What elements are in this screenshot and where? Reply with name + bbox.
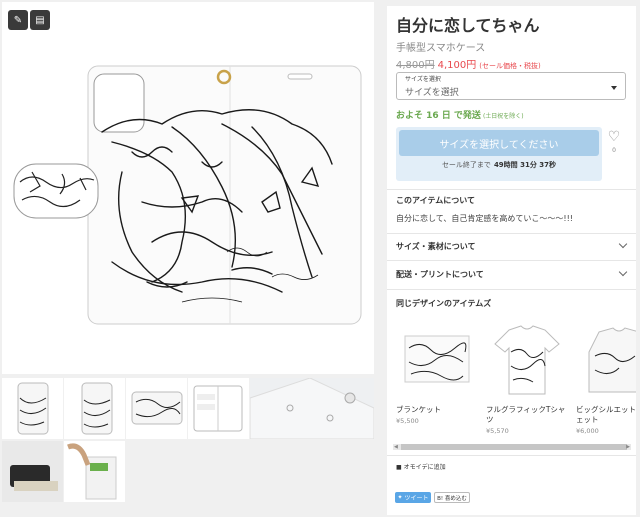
thumbnail-4[interactable]	[188, 378, 249, 439]
scroll-left-icon[interactable]: ◀	[394, 444, 398, 450]
product-type: 手帳型スマホケース	[396, 43, 486, 54]
shipping-print-label: 配送・プリントについて	[396, 270, 484, 279]
divider	[387, 189, 636, 190]
related-item-price: ¥6,000	[576, 427, 599, 435]
cart-box: サイズを選択してください セール終了まで 49時間 31分 37秒	[396, 127, 602, 181]
thumbnail-7[interactable]	[64, 441, 125, 502]
chevron-down-icon	[611, 86, 617, 90]
add-favorite-label: オモイデに追加	[403, 464, 446, 471]
related-item[interactable]: ビッグシルエットスウェット ¥6,000	[576, 322, 636, 435]
related-scrollbar[interactable]: ◀ ▶	[393, 444, 631, 450]
scroll-right-icon[interactable]: ▶	[626, 444, 630, 450]
main-product-image[interactable]: ✎ ▤	[2, 2, 374, 374]
original-price: 4,800円	[396, 60, 435, 71]
divider	[387, 233, 636, 234]
add-to-cart-button[interactable]: サイズを選択してください	[399, 130, 599, 156]
edit-button[interactable]: ✎	[8, 10, 28, 30]
thumbnail-1[interactable]	[2, 378, 63, 439]
thumbnail-5[interactable]	[250, 378, 374, 439]
twitter-icon: ✦	[397, 494, 403, 501]
related-item-name: ブランケット	[396, 405, 441, 414]
shipping-text: およそ 16 日 で発送	[396, 111, 481, 121]
chevron-down-icon	[618, 239, 628, 249]
sale-timer-label: セール終了まで	[441, 161, 491, 169]
shipping-note: (土日祝を除く)	[482, 113, 524, 120]
favorite-count: 0	[612, 147, 616, 154]
phone-case-illustration	[13, 65, 362, 325]
folder-icon: ■	[396, 464, 402, 471]
add-favorite-link[interactable]: ■ オモイデに追加	[396, 462, 446, 471]
related-item-price: ¥5,570	[486, 427, 509, 435]
product-info-panel: 自分に恋してちゃん 手帳型スマホケース 4,800円 4,100円 (セール価格・税…	[387, 6, 636, 515]
related-item-image	[399, 322, 475, 398]
related-item-image	[579, 322, 636, 398]
file-button[interactable]: ▤	[30, 10, 50, 30]
price-row: 4,800円 4,100円 (セール価格・税抜)	[396, 56, 541, 71]
related-item-name: ビッグシルエットスウェット	[576, 405, 636, 424]
tweet-button[interactable]: ✦ ツイート	[395, 492, 431, 503]
divider	[387, 289, 636, 290]
product-title: 自分に恋してちゃん	[396, 16, 540, 35]
thumbnail-2[interactable]	[64, 378, 125, 439]
sale-countdown: 49時間 31分 37秒	[493, 161, 557, 169]
hatena-bookmark-button[interactable]: B! 喜め込む	[434, 492, 470, 503]
chevron-down-icon	[618, 267, 628, 277]
size-select-label: サイズを選択	[405, 76, 441, 83]
related-heading: 同じデザインのアイテムズ	[396, 299, 492, 308]
tweet-label: ツイート	[404, 495, 429, 502]
about-heading: このアイテムについて	[396, 196, 475, 205]
related-item-price: ¥5,500	[396, 417, 419, 425]
related-item-image	[489, 322, 565, 398]
document-icon: ▤	[35, 14, 45, 26]
size-select[interactable]: サイズを選択 サイズを選択	[396, 72, 626, 100]
related-item[interactable]: ブランケット ¥5,500	[396, 322, 478, 425]
scrollbar-thumb[interactable]	[401, 444, 627, 450]
sale-timer: セール終了まで 49時間 31分 37秒	[396, 160, 602, 170]
size-select-value: サイズを選択	[405, 88, 459, 98]
product-gallery: ✎ ▤	[0, 0, 376, 517]
about-text: 自分に恋して、自己肯定感を高めていこ〜〜〜!!!	[396, 214, 573, 223]
divider	[387, 455, 636, 456]
sale-price: 4,100円	[437, 60, 477, 71]
heart-icon[interactable]: ♡	[605, 130, 623, 144]
shipping-estimate: およそ 16 日 で発送 (土日祝を除く)	[396, 108, 524, 121]
related-item-name: フルグラフィックTシャツ	[486, 405, 566, 424]
pencil-icon: ✎	[13, 14, 23, 26]
size-material-label: サイズ・素材について	[396, 242, 476, 251]
thumbnail-3[interactable]	[126, 378, 187, 439]
thumbnail-6[interactable]	[2, 441, 63, 502]
divider	[387, 260, 636, 261]
related-item[interactable]: フルグラフィックTシャツ ¥5,570	[486, 322, 568, 435]
price-note: (セール価格・税抜)	[479, 62, 541, 70]
